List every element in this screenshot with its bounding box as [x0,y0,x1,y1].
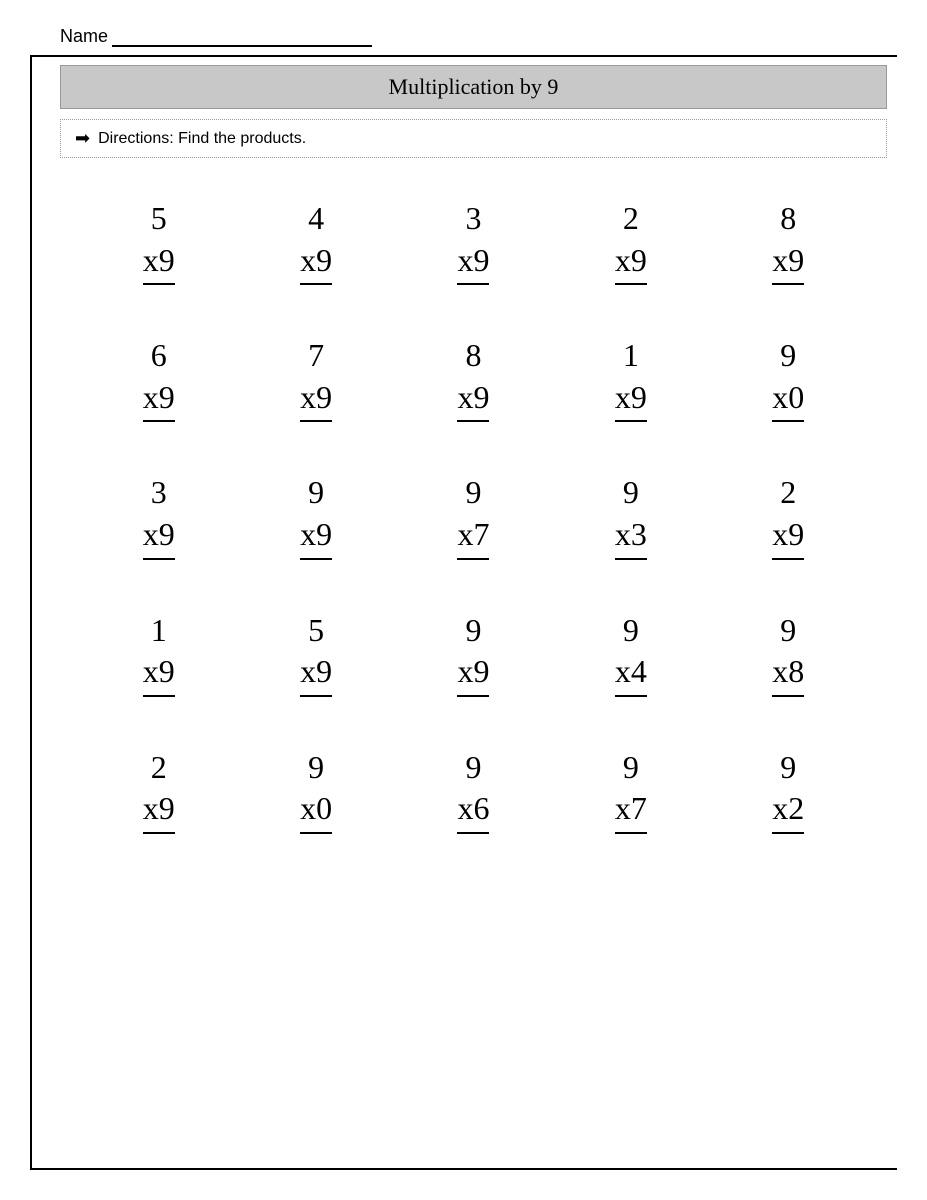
number-bottom: x9 [772,514,804,560]
number-top: 1 [623,335,639,377]
number-bottom: x0 [300,788,332,834]
number-bottom: x8 [772,651,804,697]
number-bottom: x9 [300,651,332,697]
problem-cell: 2x9 [710,462,867,569]
problem-cell: 8x9 [710,188,867,295]
name-section: Name [60,20,887,47]
name-label: Name [60,26,108,47]
number-top: 9 [465,472,481,514]
problems-grid: 5x94x93x92x98x96x97x98x91x99x03x99x99x79… [60,178,887,854]
number-bottom: x9 [143,788,175,834]
directions-text: Directions: Find the products. [98,130,306,148]
problem-cell: 9x2 [710,737,867,844]
number-top: 5 [151,198,167,240]
number-bottom: x9 [457,240,489,286]
problem-cell: 1x9 [80,600,237,707]
problem-cell: 9x0 [237,737,394,844]
number-top: 9 [623,472,639,514]
border-left [30,55,32,1170]
number-top: 3 [465,198,481,240]
number-top: 9 [780,610,796,652]
problem-cell: 9x7 [552,737,709,844]
number-bottom: x3 [615,514,647,560]
number-bottom: x0 [772,377,804,423]
number-top: 6 [151,335,167,377]
problem-cell: 9x7 [395,462,552,569]
problem-cell: 9x9 [395,600,552,707]
number-top: 5 [308,610,324,652]
arrow-icon: ➡ [75,128,90,149]
problem-cell: 2x9 [80,737,237,844]
problem-cell: 3x9 [80,462,237,569]
number-top: 9 [308,472,324,514]
problem-cell: 9x6 [395,737,552,844]
problem-cell: 9x3 [552,462,709,569]
problem-cell: 6x9 [80,325,237,432]
problem-cell: 5x9 [237,600,394,707]
number-bottom: x6 [457,788,489,834]
number-bottom: x2 [772,788,804,834]
number-top: 3 [151,472,167,514]
name-underline [112,25,372,47]
number-bottom: x9 [300,240,332,286]
number-top: 9 [623,610,639,652]
border-bottom [30,1168,897,1170]
problem-cell: 1x9 [552,325,709,432]
number-bottom: x9 [457,651,489,697]
number-bottom: x9 [143,514,175,560]
number-bottom: x9 [457,377,489,423]
number-bottom: x9 [615,377,647,423]
number-top: 9 [465,747,481,789]
number-bottom: x9 [300,377,332,423]
number-top: 1 [151,610,167,652]
number-top: 9 [780,335,796,377]
number-bottom: x4 [615,651,647,697]
number-top: 2 [623,198,639,240]
problem-cell: 2x9 [552,188,709,295]
number-top: 9 [623,747,639,789]
problem-cell: 7x9 [237,325,394,432]
number-bottom: x9 [772,240,804,286]
number-top: 9 [308,747,324,789]
number-bottom: x7 [615,788,647,834]
number-top: 8 [780,198,796,240]
number-bottom: x9 [300,514,332,560]
worksheet-title: Multiplication by 9 [60,65,887,109]
number-bottom: x9 [143,240,175,286]
problem-cell: 4x9 [237,188,394,295]
problem-cell: 9x9 [237,462,394,569]
border-top [30,55,897,57]
number-top: 8 [465,335,481,377]
number-top: 7 [308,335,324,377]
problem-cell: 8x9 [395,325,552,432]
number-top: 4 [308,198,324,240]
number-top: 2 [780,472,796,514]
problem-cell: 3x9 [395,188,552,295]
problem-cell: 9x8 [710,600,867,707]
number-bottom: x9 [143,377,175,423]
number-bottom: x9 [615,240,647,286]
number-top: 2 [151,747,167,789]
number-top: 9 [465,610,481,652]
number-top: 9 [780,747,796,789]
problem-cell: 9x4 [552,600,709,707]
problem-cell: 5x9 [80,188,237,295]
directions-box: ➡ Directions: Find the products. [60,119,887,158]
worksheet-page: Name Multiplication by 9 ➡ Directions: F… [0,0,927,1200]
problem-cell: 9x0 [710,325,867,432]
number-bottom: x9 [143,651,175,697]
number-bottom: x7 [457,514,489,560]
